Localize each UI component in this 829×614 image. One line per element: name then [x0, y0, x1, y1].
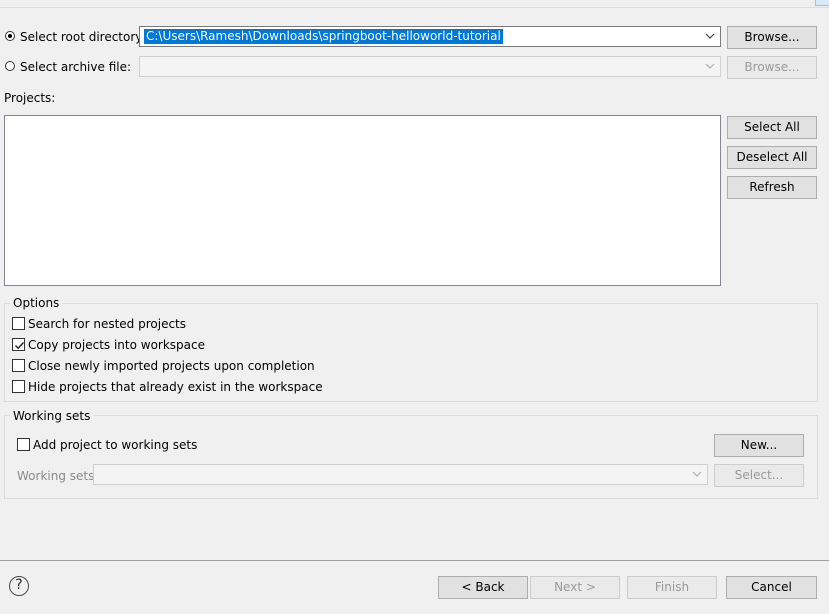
hide-existing-label: Hide projects that already exist in the …	[28, 380, 323, 394]
search-nested-checkbox[interactable]	[12, 317, 25, 330]
archive-file-radio[interactable]	[5, 61, 15, 71]
finish-button[interactable]: Finish	[627, 576, 717, 599]
chevron-down-icon	[705, 63, 715, 69]
root-directory-value[interactable]: C:\Users\Ramesh\Downloads\springboot-hel…	[144, 29, 503, 44]
check-icon	[15, 342, 25, 350]
working-sets-title: Working sets	[10, 409, 94, 423]
back-button[interactable]: < Back	[438, 576, 528, 599]
browse-root-button[interactable]: Browse...	[727, 26, 817, 49]
new-working-set-button[interactable]: New...	[714, 434, 804, 457]
refresh-button[interactable]: Refresh	[727, 176, 817, 199]
select-all-button[interactable]: Select All	[727, 116, 817, 139]
chevron-down-icon	[692, 471, 702, 477]
copy-projects-label: Copy projects into workspace	[28, 338, 206, 352]
next-button[interactable]: Next >	[530, 576, 620, 599]
root-directory-label: Select root directory:	[20, 30, 146, 44]
archive-file-label: Select archive file:	[20, 60, 132, 74]
close-imported-checkbox[interactable]	[12, 359, 25, 372]
add-to-working-sets-checkbox[interactable]	[17, 438, 30, 451]
projects-list[interactable]	[4, 115, 721, 286]
copy-projects-checkbox[interactable]	[12, 338, 25, 351]
deselect-all-button[interactable]: Deselect All	[727, 146, 817, 169]
footer-divider	[0, 560, 829, 561]
top-divider	[0, 7, 829, 8]
search-nested-label: Search for nested projects	[28, 317, 187, 331]
working-sets-label: Working sets:	[17, 469, 99, 483]
close-imported-label: Close newly imported projects upon compl…	[28, 359, 315, 373]
browse-archive-button[interactable]: Browse...	[727, 56, 817, 79]
root-directory-combo[interactable]: C:\Users\Ramesh\Downloads\springboot-hel…	[139, 26, 721, 47]
chevron-down-icon[interactable]	[704, 32, 716, 41]
archive-file-combo[interactable]	[139, 56, 721, 77]
hide-existing-checkbox[interactable]	[12, 380, 25, 393]
options-title: Options	[10, 296, 63, 310]
select-working-set-button[interactable]: Select...	[714, 464, 804, 487]
help-icon[interactable]: ?	[9, 576, 29, 596]
projects-label: Projects:	[4, 91, 56, 105]
working-sets-combo[interactable]	[93, 464, 708, 485]
working-sets-group	[4, 415, 818, 499]
add-to-working-sets-label: Add project to working sets	[33, 438, 198, 452]
window-corner	[815, 0, 829, 6]
cancel-button[interactable]: Cancel	[726, 576, 817, 599]
root-directory-radio[interactable]	[5, 31, 15, 41]
